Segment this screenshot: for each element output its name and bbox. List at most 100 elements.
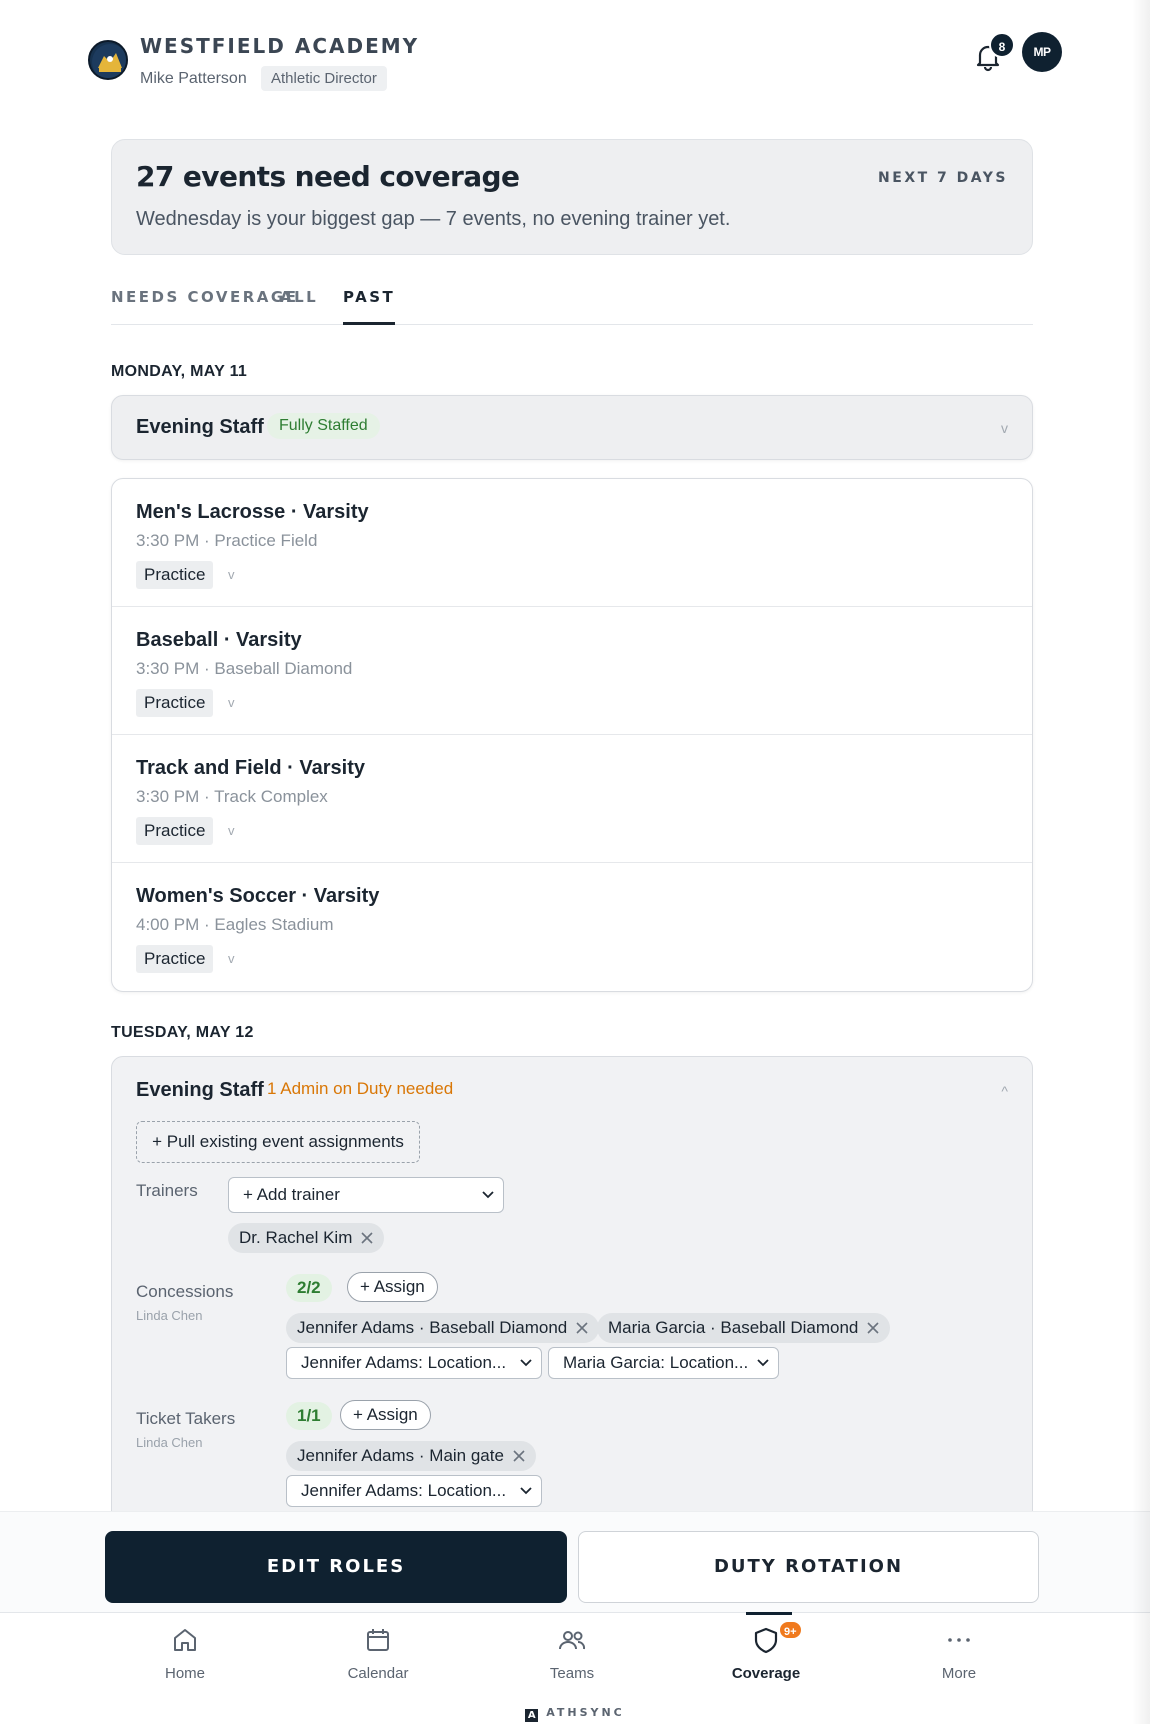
chevron-down-icon: [482, 1191, 494, 1199]
status-badge: 1 Admin on Duty needed: [267, 1079, 454, 1098]
event-type-tag: Practice: [136, 689, 214, 717]
calendar-icon: [367, 1629, 389, 1651]
active-indicator: [746, 1612, 792, 1615]
nav-teams[interactable]: Teams: [502, 1613, 642, 1703]
nav-label: More: [941, 1665, 977, 1682]
users-icon: [559, 1631, 586, 1650]
chip-label: Dr. Rachel Kim: [239, 1228, 353, 1247]
event-location: Eagles Stadium: [214, 915, 334, 934]
event-time: 3:30 PM: [136, 659, 200, 678]
trainer-chip: Dr. Rachel Kim: [228, 1223, 385, 1253]
tab-all[interactable]: ALL: [280, 288, 318, 306]
chevron-down-icon[interactable]: v: [1001, 420, 1008, 436]
event-location: Practice Field: [214, 531, 318, 550]
remove-icon[interactable]: [360, 1231, 374, 1245]
chip-label: Jennifer Adams · Main gate: [297, 1446, 504, 1465]
location-select[interactable]: Jennifer Adams: Location...: [286, 1347, 542, 1379]
summary-message: Wednesday is your biggest gap — 7 events…: [136, 208, 731, 230]
staff-title: Evening Staff: [136, 1079, 264, 1101]
bottom-nav: Home Calendar Teams 9+ Coverage More A AT…: [0, 1612, 1150, 1724]
nav-calendar[interactable]: Calendar: [308, 1613, 448, 1703]
event-type-tag: Practice: [136, 945, 214, 973]
event-card[interactable]: Women's Soccer · Varsity 4:00 PM · Eagle…: [112, 863, 1032, 991]
select-value: Maria Garcia: Location...: [563, 1353, 749, 1372]
nav-label: Calendar: [347, 1665, 409, 1682]
select-value: Jennifer Adams: Location...: [301, 1481, 507, 1500]
ticket-takers-lead: Linda Chen: [136, 1435, 203, 1450]
select-value: Jennifer Adams: Location...: [301, 1353, 507, 1372]
location-select[interactable]: Jennifer Adams: Location...: [286, 1475, 542, 1507]
shield-icon: [754, 1627, 778, 1654]
day-heading: MONDAY, MAY 11: [111, 363, 248, 380]
evening-staff-collapsed[interactable]: Evening Staff Fully Staffed v: [111, 395, 1033, 460]
status-badge: Fully Staffed: [267, 413, 380, 439]
concessions-assign-button[interactable]: + Assign: [347, 1272, 438, 1302]
concessions-count: 2/2: [286, 1274, 332, 1302]
chevron-up-icon[interactable]: ^: [1001, 1083, 1008, 1099]
nav-label: Home: [164, 1665, 205, 1682]
location-select[interactable]: Maria Garcia: Location...: [548, 1347, 779, 1379]
ticket-takers-assign-button[interactable]: + Assign: [340, 1400, 431, 1430]
concessions-chip: Maria Garcia · Baseball Diamond: [597, 1313, 891, 1343]
nav-home[interactable]: Home: [115, 1613, 255, 1703]
brand-footer: A ATHSYNC: [0, 1706, 1150, 1722]
event-time: 3:30 PM: [136, 787, 200, 806]
chevron-down-icon[interactable]: v: [228, 567, 235, 582]
chevron-down-icon: [520, 1359, 532, 1367]
event-meta: 4:00 PM · Eagles Stadium: [136, 915, 334, 934]
trainers-label: Trainers: [136, 1181, 198, 1200]
action-bar: EDIT ROLES DUTY ROTATION: [0, 1511, 1150, 1612]
add-trainer-select[interactable]: + Add trainer: [228, 1177, 504, 1213]
event-meta: 3:30 PM · Track Complex: [136, 787, 328, 806]
summary-range: NEXT 7 DAYS: [878, 170, 1008, 186]
coverage-summary-card: 27 events need coverage NEXT 7 DAYS Wedn…: [111, 139, 1033, 255]
chevron-down-icon[interactable]: v: [228, 695, 235, 710]
day-heading: TUESDAY, MAY 12: [111, 1024, 254, 1041]
chevron-down-icon[interactable]: v: [228, 951, 235, 966]
remove-icon[interactable]: [575, 1321, 589, 1335]
remove-icon[interactable]: [866, 1321, 880, 1335]
brand-name: ATHSYNC: [546, 1706, 625, 1719]
nav-more[interactable]: More: [889, 1613, 1029, 1703]
concessions-label: Concessions: [136, 1282, 234, 1301]
event-location: Baseball Diamond: [214, 659, 353, 678]
coverage-tabs: NEEDS COVERAGE ALL PAST: [111, 280, 1033, 325]
remove-icon[interactable]: [512, 1449, 526, 1463]
more-icon: [948, 1638, 970, 1642]
chevron-down-icon: [520, 1487, 532, 1495]
org-name: WESTFIELD ACADEMY: [140, 34, 420, 58]
app-header: WESTFIELD ACADEMY Mike Patterson Athleti…: [88, 28, 1062, 100]
select-value: + Add trainer: [243, 1185, 340, 1204]
event-card[interactable]: Track and Field · Varsity 3:30 PM · Trac…: [112, 735, 1032, 863]
duty-rotation-button[interactable]: DUTY ROTATION: [578, 1531, 1039, 1603]
tab-needs-coverage[interactable]: NEEDS COVERAGE: [111, 288, 298, 306]
event-title: Track and Field · Varsity: [136, 757, 365, 779]
brand-logo-icon: A: [525, 1709, 539, 1722]
concessions-lead: Linda Chen: [136, 1308, 203, 1323]
ticket-takers-chip: Jennifer Adams · Main gate: [286, 1441, 536, 1471]
edit-roles-button[interactable]: EDIT ROLES: [105, 1531, 567, 1603]
ticket-takers-label: Ticket Takers: [136, 1409, 236, 1428]
event-location: Track Complex: [214, 787, 328, 806]
coverage-badge: 9+: [778, 1620, 803, 1640]
staff-title: Evening Staff: [136, 416, 264, 438]
nav-coverage[interactable]: 9+ Coverage: [696, 1612, 836, 1703]
tab-past[interactable]: PAST: [343, 288, 396, 325]
role-badge: Athletic Director: [261, 66, 387, 91]
event-list: Men's Lacrosse · Varsity 3:30 PM · Pract…: [111, 478, 1033, 992]
nav-label: Teams: [549, 1665, 595, 1682]
concessions-chip: Jennifer Adams · Baseball Diamond: [286, 1313, 600, 1343]
coverage-screen: WESTFIELD ACADEMY Mike Patterson Athleti…: [0, 0, 1150, 1724]
event-time: 3:30 PM: [136, 531, 200, 550]
event-card[interactable]: Baseball · Varsity 3:30 PM · Baseball Di…: [112, 607, 1032, 735]
pull-assignments-button[interactable]: + Pull existing event assignments: [136, 1121, 420, 1163]
event-meta: 3:30 PM · Practice Field: [136, 531, 318, 550]
chevron-down-icon[interactable]: v: [228, 823, 235, 838]
event-type-tag: Practice: [136, 561, 214, 589]
summary-title: 27 events need coverage: [136, 160, 520, 193]
event-card[interactable]: Men's Lacrosse · Varsity 3:30 PM · Pract…: [112, 479, 1032, 607]
team-logo: [88, 40, 128, 80]
user-avatar[interactable]: MP: [1022, 32, 1062, 72]
event-title: Women's Soccer · Varsity: [136, 885, 380, 907]
event-title: Men's Lacrosse · Varsity: [136, 501, 369, 523]
